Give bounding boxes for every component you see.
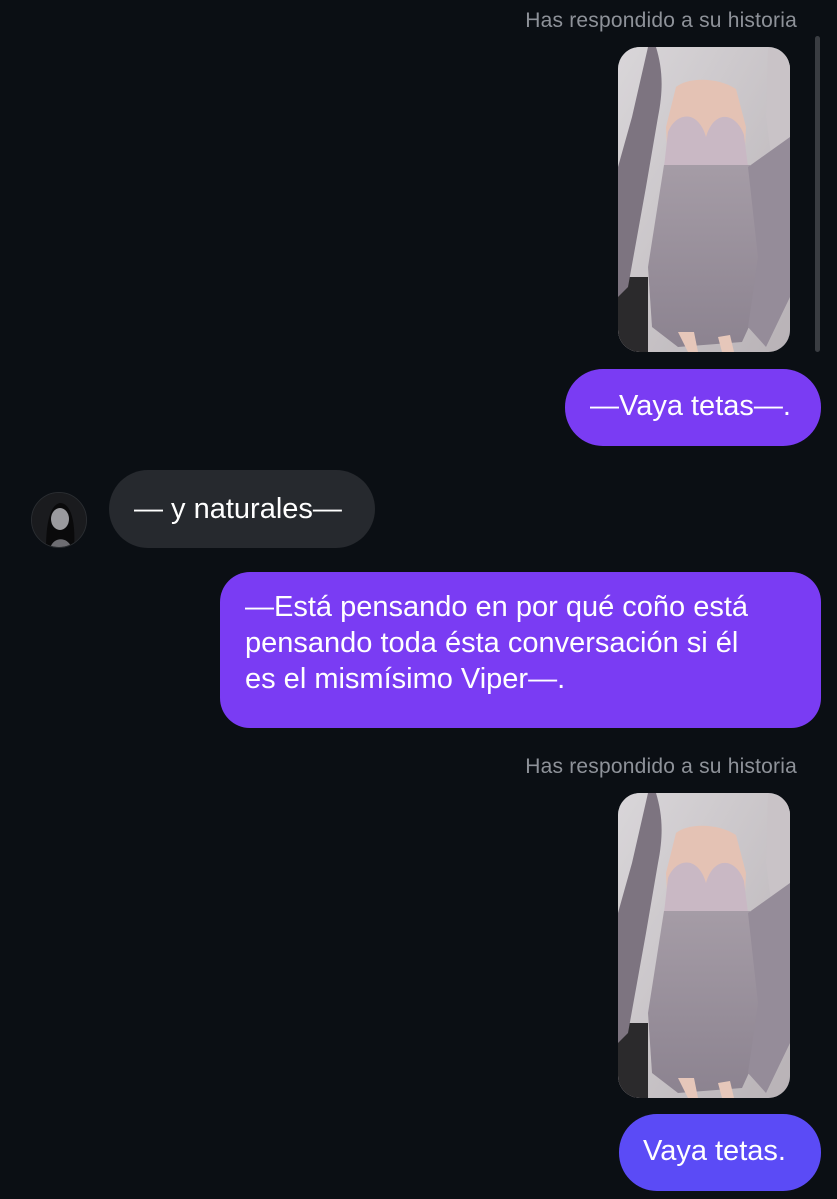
contact-avatar-image xyxy=(32,493,86,547)
story-thumbnail[interactable] xyxy=(618,793,790,1098)
contact-avatar[interactable] xyxy=(31,492,87,548)
scrollbar[interactable] xyxy=(815,36,820,352)
outgoing-message-bubble[interactable]: —Vaya tetas—. xyxy=(565,369,821,446)
story-reply-label: Has respondido a su historia xyxy=(525,755,797,778)
outgoing-message-bubble[interactable]: Vaya tetas. xyxy=(619,1114,821,1191)
message-text: Vaya tetas. xyxy=(643,1135,786,1167)
story-thumbnail-image xyxy=(618,793,790,1098)
message-text-line: —Está pensando en por qué coño está xyxy=(245,591,749,623)
message-text: —Vaya tetas—. xyxy=(590,390,791,422)
message-text-line: pensando toda ésta conversación si él xyxy=(245,627,739,659)
story-thumbnail-image xyxy=(618,47,790,352)
story-thumbnail[interactable] xyxy=(618,47,790,352)
message-text-line: es el mismísimo Viper—. xyxy=(245,663,566,695)
outgoing-message-bubble[interactable]: —Está pensando en por qué coño está pens… xyxy=(220,572,821,728)
story-reply-label: Has respondido a su historia xyxy=(525,9,797,32)
incoming-message-bubble[interactable]: — y naturales— xyxy=(109,470,375,548)
message-text: — y naturales— xyxy=(134,493,342,525)
